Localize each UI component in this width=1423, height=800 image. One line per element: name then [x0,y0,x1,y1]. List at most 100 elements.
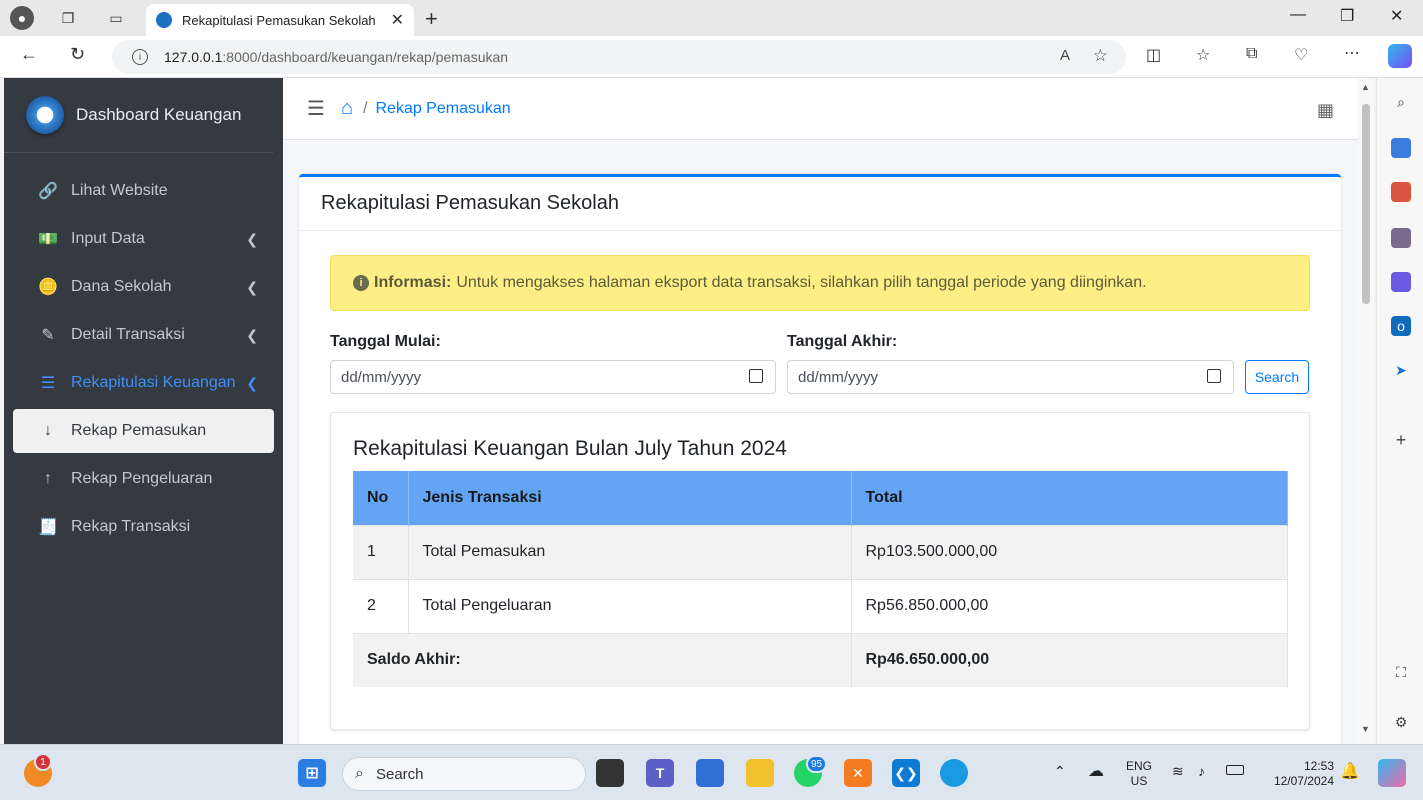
top-navbar: ☰ ⌂ / Rekap Pemasukan ▦ [283,78,1358,140]
card-title: Rekapitulasi Pemasukan Sekolah [299,177,1341,231]
volume-icon[interactable]: ♪ [1198,763,1205,779]
collections-icon[interactable]: ⧉ [1246,45,1257,63]
read-aloud-icon[interactable]: A [1060,47,1070,64]
back-icon[interactable]: ← [20,44,38,65]
sidebar-item-dana-sekolah[interactable]: 🪙 Dana Sekolah ❮ [13,265,274,309]
search-button[interactable]: Search [1245,360,1309,394]
restore-icon[interactable]: ❐ [1340,6,1354,26]
minimize-icon[interactable]: — [1290,6,1306,24]
sidebar-item-rekap-transaksi[interactable]: 🧾 Rekap Transaksi [13,505,274,549]
vscode-icon[interactable]: ❮❯ [892,759,920,787]
start-windows-icon[interactable]: ⊞ [298,759,326,787]
scroll-up-icon[interactable]: ▲ [1361,82,1370,92]
sidebar-item-rekapitulasi-keuangan[interactable]: ☰ Rekapitulasi Keuangan ❮ [13,361,274,405]
profile-icon[interactable]: ● [10,6,34,30]
screenshot-icon[interactable]: ⛶ [1391,662,1411,682]
taskbar-search[interactable]: ⌕ Search [342,757,586,791]
cell-total: Rp56.850.000,00 [851,578,1288,633]
tray-chevron-up-icon[interactable]: ⌃ [1054,763,1066,780]
table-row: 1 Total Pemasukan Rp103.500.000,00 [353,524,1288,579]
close-window-icon[interactable]: ✕ [1390,6,1403,26]
sidebar-item-lihat-website[interactable]: 🔗 Lihat Website [13,169,274,213]
table-row: 2 Total Pengeluaran Rp56.850.000,00 [353,578,1288,633]
wifi-icon[interactable]: ≋ [1172,763,1184,780]
cell-jenis: Total Pemasukan [408,524,852,579]
cell-no: 2 [353,578,409,633]
outlook-icon[interactable]: o [1391,316,1411,336]
money-icon: 💵 [38,231,58,248]
xampp-icon[interactable]: ✕ [844,759,872,787]
home-icon[interactable]: ⌂ [341,97,353,120]
copilot-taskbar-icon[interactable] [1378,759,1406,787]
sidebar-item-detail-transaksi[interactable]: ✎ Detail Transaksi ❮ [13,313,274,357]
sidebar-item-label: Input Data [71,230,145,247]
edge-browser-icon[interactable] [940,759,968,787]
workspaces-icon[interactable]: ❐ [56,6,80,30]
column-header-no: No [353,471,409,525]
language-indicator[interactable]: ENG US [1124,759,1154,789]
send-icon[interactable]: ➤ [1391,360,1411,380]
file-explorer-icon[interactable] [746,759,774,787]
start-date-input[interactable]: dd/mm/yyyy [330,360,776,394]
browser-tab-bar: ● ❐ ▭ Rekapitulasi Pemasukan Sekolah ✕ +… [0,0,1423,36]
settings-gear-icon[interactable]: ⚙ [1391,712,1411,732]
teams-icon[interactable]: T [646,759,674,787]
breadcrumb-current[interactable]: Rekap Pemasukan [375,100,510,118]
notification-badge: 1 [34,753,52,771]
invoice-icon: 🧾 [38,519,58,536]
scroll-down-icon[interactable]: ▼ [1361,724,1370,734]
games-icon[interactable] [1391,228,1411,248]
sidebar-item-label: Dana Sekolah [71,278,172,295]
toolbox-icon[interactable] [1391,182,1411,202]
shopping-tag-icon[interactable] [1391,138,1411,158]
copilot-app-icon[interactable] [1391,272,1411,292]
tab-actions-icon[interactable]: ▭ [104,6,128,30]
battery-icon[interactable] [1226,765,1244,775]
clock[interactable]: 12:53 12/07/2024 [1258,759,1334,789]
hamburger-menu-icon[interactable]: ☰ [307,96,325,121]
notification-bell-icon[interactable]: 🔔 [1340,761,1360,781]
tab-title: Rekapitulasi Pemasukan Sekolah [182,12,376,28]
tab-close-icon[interactable]: ✕ [391,10,404,30]
taskbar: 1 ⊞ ⌕ Search T 95 ✕ ❮❯ ⌃ ☁ ENG US ≋ ♪ 12… [0,744,1423,800]
sidebar-item-rekap-pemasukan[interactable]: ↓ Rekap Pemasukan [13,409,274,453]
scroll-thumb[interactable] [1362,104,1370,304]
brand[interactable]: Dashboard Keuangan [4,78,273,153]
search-icon[interactable]: ⌕ [1391,92,1411,112]
more-menu-icon[interactable]: ⋯ [1344,43,1360,63]
list-icon: ☰ [40,375,56,392]
sidebar-item-rekap-pengeluaran[interactable]: ↑ Rekap Pengeluaran [13,457,274,501]
sidebar-item-label: Lihat Website [71,182,168,199]
cloud-icon[interactable]: ☁ [1088,761,1104,781]
sidebar-item-input-data[interactable]: 💵 Input Data ❮ [13,217,274,261]
task-view-icon[interactable] [596,759,624,787]
calendar-icon[interactable] [1207,369,1221,383]
refresh-icon[interactable]: ↻ [70,44,85,65]
url-field[interactable]: i 127.0.0.1:8000/dashboard/keuangan/reka… [112,40,1126,74]
info-circle-icon: i [353,275,369,291]
add-icon[interactable]: + [1391,430,1411,450]
end-date-input[interactable]: dd/mm/yyyy [787,360,1234,394]
calendar-icon[interactable] [749,369,763,383]
favorites-icon[interactable]: ☆ [1196,45,1210,65]
site-info-icon[interactable]: i [132,49,148,65]
summary-card: Rekapitulasi Keuangan Bulan July Tahun 2… [330,412,1310,730]
arrow-down-icon: ↓ [44,422,52,439]
summary-title: Rekapitulasi Keuangan Bulan July Tahun 2… [353,437,787,460]
sidebar-menu: 🔗 Lihat Website 💵 Input Data ❮ 🪙 Dana Se… [4,169,283,549]
browser-essentials-icon[interactable]: ♡ [1294,45,1308,65]
column-header-jenis: Jenis Transaksi [408,471,852,525]
new-tab-icon[interactable]: + [425,6,438,32]
store-icon[interactable] [696,759,724,787]
main-content: ☰ ⌂ / Rekap Pemasukan ▦ Rekapitulasi Pem… [283,78,1358,744]
start-date-placeholder: dd/mm/yyyy [341,368,422,386]
favorite-star-icon[interactable]: ☆ [1093,46,1108,66]
copilot-icon[interactable] [1388,44,1412,68]
saldo-total: Rp46.650.000,00 [851,632,1288,687]
link-icon: 🔗 [38,183,58,200]
split-screen-icon[interactable]: ◫ [1146,45,1161,65]
grid-view-icon[interactable]: ▦ [1317,100,1334,121]
sidebar-item-label: Rekap Pemasukan [71,422,207,439]
page-scrollbar[interactable]: ▲ ▼ [1358,78,1374,744]
browser-tab[interactable]: Rekapitulasi Pemasukan Sekolah ✕ [146,4,414,36]
